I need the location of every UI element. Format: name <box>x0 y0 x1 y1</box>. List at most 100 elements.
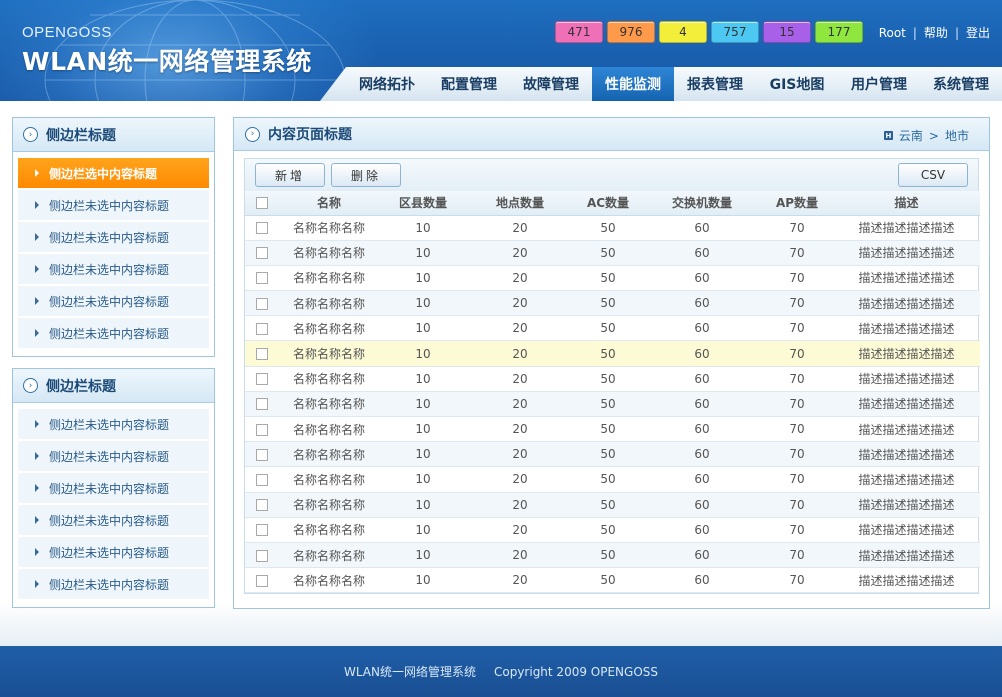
select-all-checkbox[interactable] <box>256 197 268 210</box>
sidebar-item[interactable]: 侧边栏未选中内容标题 <box>18 537 209 567</box>
column-header-sites[interactable]: 地点数量 <box>467 191 573 216</box>
table-row[interactable]: 名称名称名称 10 20 50 60 70 描述描述描述描述 <box>245 315 980 342</box>
row-checkbox[interactable] <box>256 524 268 537</box>
column-header-name[interactable]: 名称 <box>279 191 379 216</box>
sidebar-item[interactable]: 侧边栏未选中内容标题 <box>18 254 209 284</box>
sidebar-item-selected[interactable]: 侧边栏选中内容标题 <box>18 158 209 188</box>
row-checkbox[interactable] <box>256 473 268 486</box>
cell-switches: 60 <box>643 466 761 493</box>
nav-item-system[interactable]: 系统管理 <box>920 67 1002 101</box>
nav-item-gis[interactable]: GIS地图 <box>756 67 838 101</box>
table-row[interactable]: 名称名称名称 10 20 50 60 70 描述描述描述描述 <box>245 366 980 392</box>
nav-item-fault[interactable]: 故障管理 <box>510 67 592 101</box>
nav-item-users[interactable]: 用户管理 <box>838 67 920 101</box>
column-header-ap[interactable]: AP数量 <box>761 191 833 216</box>
table-row[interactable]: 名称名称名称 10 20 50 60 70 描述描述描述描述 <box>245 567 980 594</box>
sidebar-item[interactable]: 侧边栏未选中内容标题 <box>18 441 209 471</box>
row-checkbox[interactable] <box>256 348 268 361</box>
table-row[interactable]: 名称名称名称 10 20 50 60 70 描述描述描述描述 <box>245 492 980 518</box>
cell-name: 名称名称名称 <box>279 340 379 367</box>
row-checkbox[interactable] <box>256 499 268 512</box>
row-select-cell <box>245 492 279 518</box>
delete-button[interactable]: 删除 <box>331 163 401 187</box>
sidebar-item[interactable]: 侧边栏未选中内容标题 <box>18 473 209 503</box>
table-row[interactable]: 名称名称名称 10 20 50 60 70 描述描述描述描述 <box>245 517 980 543</box>
cell-name: 名称名称名称 <box>279 265 379 292</box>
column-header-districts[interactable]: 区县数量 <box>379 191 467 216</box>
cell-name: 名称名称名称 <box>279 441 379 468</box>
alarm-counter-6[interactable]: 177 <box>815 21 863 43</box>
cell-name: 名称名称名称 <box>279 215 379 241</box>
column-header-ac[interactable]: AC数量 <box>573 191 643 216</box>
alarm-counter-2[interactable]: 976 <box>607 21 655 43</box>
sidebar-item[interactable]: 侧边栏未选中内容标题 <box>18 286 209 316</box>
sidebar-item[interactable]: 侧边栏未选中内容标题 <box>18 318 209 348</box>
cell-description: 描述描述描述描述 <box>833 567 980 594</box>
cell-description: 描述描述描述描述 <box>833 265 980 292</box>
help-link[interactable]: 帮助 <box>924 24 948 41</box>
sidebar-box-2: › 侧边栏标题 侧边栏未选中内容标题 侧边栏未选中内容标题 侧边栏未选中内容标题… <box>12 368 215 608</box>
cell-ac: 50 <box>573 416 643 443</box>
sidebar-item[interactable]: 侧边栏未选中内容标题 <box>18 409 209 439</box>
cell-description: 描述描述描述描述 <box>833 441 980 468</box>
breadcrumb-province[interactable]: 云南 <box>899 127 923 144</box>
cell-ac: 50 <box>573 567 643 594</box>
alarm-counter-5[interactable]: 15 <box>763 21 811 43</box>
breadcrumb-city[interactable]: 地市 <box>945 127 969 144</box>
alarm-counter-4[interactable]: 757 <box>711 21 759 43</box>
sidebar-item[interactable]: 侧边栏未选中内容标题 <box>18 190 209 220</box>
nav-item-topology[interactable]: 网络拓扑 <box>346 67 428 101</box>
sidebar-item-label: 侧边栏未选中内容标题 <box>49 481 170 496</box>
row-checkbox[interactable] <box>256 398 268 411</box>
row-checkbox[interactable] <box>256 423 268 436</box>
sidebar-item-label: 侧边栏未选中内容标题 <box>49 513 170 528</box>
logout-link[interactable]: 登出 <box>966 24 990 41</box>
alarm-counter-1[interactable]: 471 <box>555 21 603 43</box>
row-checkbox[interactable] <box>256 297 268 310</box>
chevron-circle-icon: › <box>23 127 38 142</box>
content-panel: › 内容页面标题 H 云南 > 地市 新增 删除 CSV 名称 区县数量 地点数… <box>233 117 990 609</box>
cell-name: 名称名称名称 <box>279 290 379 317</box>
row-checkbox[interactable] <box>256 322 268 335</box>
column-header-description[interactable]: 描述 <box>833 191 980 216</box>
alarm-counter-3[interactable]: 4 <box>659 21 707 43</box>
sidebar-item[interactable]: 侧边栏未选中内容标题 <box>18 222 209 252</box>
row-checkbox[interactable] <box>256 549 268 562</box>
cell-switches: 60 <box>643 340 761 367</box>
sidebar-item-label: 侧边栏未选中内容标题 <box>49 326 170 341</box>
table-row[interactable]: 名称名称名称 10 20 50 60 70 描述描述描述描述 <box>245 416 980 443</box>
row-select-cell <box>245 441 279 468</box>
table-row[interactable]: 名称名称名称 10 20 50 60 70 描述描述描述描述 <box>245 466 980 493</box>
row-checkbox[interactable] <box>256 272 268 285</box>
table-row[interactable]: 名称名称名称 10 20 50 60 70 描述描述描述描述 <box>245 542 980 569</box>
cell-ac: 50 <box>573 517 643 543</box>
add-button[interactable]: 新增 <box>255 163 325 187</box>
table-row[interactable]: 名称名称名称 10 20 50 60 70 描述描述描述描述 <box>245 215 980 241</box>
cell-ap: 70 <box>761 492 833 518</box>
user-link[interactable]: Root <box>879 26 906 40</box>
cell-sites: 20 <box>467 542 573 569</box>
nav-item-performance[interactable]: 性能监测 <box>592 67 674 101</box>
nav-item-config[interactable]: 配置管理 <box>428 67 510 101</box>
sidebar-item-label: 侧边栏未选中内容标题 <box>49 198 170 213</box>
row-checkbox[interactable] <box>256 247 268 260</box>
sidebar-item-label: 侧边栏未选中内容标题 <box>49 230 170 245</box>
table-row[interactable]: 名称名称名称 10 20 50 60 70 描述描述描述描述 <box>245 240 980 266</box>
table-row[interactable]: 名称名称名称 10 20 50 60 70 描述描述描述描述 <box>245 265 980 292</box>
chevron-circle-icon: › <box>245 126 260 142</box>
table-row[interactable]: 名称名称名称 10 20 50 60 70 描述描述描述描述 <box>245 391 980 418</box>
table-row[interactable]: 名称名称名称 10 20 50 60 70 描述描述描述描述 <box>245 441 980 468</box>
nav-item-report[interactable]: 报表管理 <box>674 67 756 101</box>
row-checkbox[interactable] <box>256 222 268 235</box>
row-checkbox[interactable] <box>256 373 268 386</box>
sidebar-item[interactable]: 侧边栏未选中内容标题 <box>18 569 209 599</box>
row-checkbox[interactable] <box>256 448 268 461</box>
row-checkbox[interactable] <box>256 574 268 587</box>
cell-districts: 10 <box>379 567 467 594</box>
csv-export-button[interactable]: CSV <box>898 163 968 187</box>
column-header-switches[interactable]: 交换机数量 <box>643 191 761 216</box>
table-row[interactable]: 名称名称名称 10 20 50 60 70 描述描述描述描述 <box>245 290 980 317</box>
table-row[interactable]: 名称名称名称 10 20 50 60 70 描述描述描述描述 <box>245 340 980 367</box>
sidebar-item[interactable]: 侧边栏未选中内容标题 <box>18 505 209 535</box>
cell-sites: 20 <box>467 466 573 493</box>
